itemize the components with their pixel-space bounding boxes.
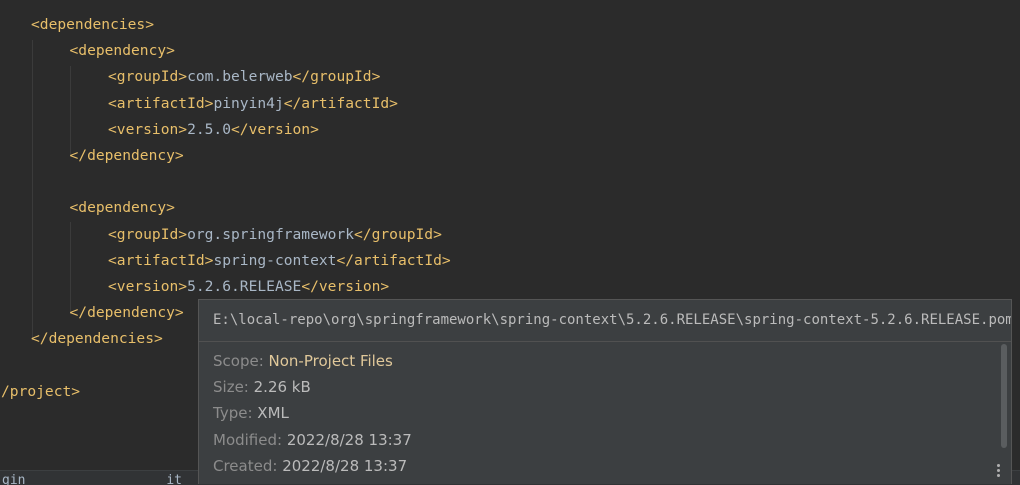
xml-tag: <version> [108,278,188,295]
code-line: </dependency> [70,300,184,326]
scope-label: Scope: [213,352,264,370]
xml-tag: </version> [301,278,390,295]
created-value: 2022/8/28 13:37 [282,457,408,475]
created-row: Created: 2022/8/28 13:37 [213,457,407,475]
divider [199,341,1011,342]
xml-tag: <dependency> [69,42,175,60]
xml-tag: <artifactId> [108,94,214,112]
xml-tag: </dependencies> [31,330,163,348]
code-line: <dependency> [70,195,175,221]
file-info-popup: E:\local-repo\org\springframework\spring… [198,299,1012,484]
vertical-ellipsis-icon[interactable] [997,464,1001,480]
type-value: XML [257,404,289,422]
size-row: Size: 2.26 kB [213,378,311,396]
xml-tag: <dependencies> [31,16,155,33]
xml-tag: <groupId> [108,225,188,243]
xml-text: 5.2.6.RELEASE [187,278,302,295]
scope-value: Non-Project Files [268,352,393,370]
code-line: <version>2.5.0</version> [108,117,319,143]
xml-tag: <artifactId> [108,251,214,269]
xml-tag: </groupId> [354,225,442,243]
xml-tag: </groupId> [292,68,381,86]
xml-tag: </version> [231,120,319,138]
xml-tag: <dependency> [69,199,175,217]
code-line: </dependency> [70,143,184,169]
code-line: <groupId>org.springframework</groupId> [108,222,442,248]
code-line: </dependencies> [31,326,163,352]
code-line: /project> [1,379,80,405]
size-value: 2.26 kB [253,378,311,396]
code-line: <version>5.2.6.RELEASE</version> [108,274,389,300]
type-row: Type: XML [213,404,289,422]
code-line: <dependencies> [31,12,154,38]
xml-text: 2.5.0 [187,120,232,138]
created-label: Created: [213,457,278,475]
indent-guide [32,40,33,340]
code-line: <artifactId>spring-context</artifactId> [108,248,451,274]
file-path: E:\local-repo\org\springframework\spring… [213,312,1012,328]
xml-tag: </artifactId> [283,94,398,112]
code-line: <groupId>com.belerweb</groupId> [108,64,380,90]
scope-row: Scope: Non-Project Files [213,352,393,370]
code-line: <artifactId>pinyin4j</artifactId> [108,91,398,117]
xml-text: spring-context [213,251,337,269]
xml-tag: <version> [108,120,188,138]
size-label: Size: [213,378,249,396]
code-line: <dependency> [70,38,175,64]
modified-label: Modified: [213,431,283,449]
xml-tag: </dependency> [69,304,184,322]
xml-tag: </dependency> [69,147,184,164]
popup-scrollbar[interactable] [1001,344,1007,448]
modified-row: Modified: 2022/8/28 13:37 [213,431,412,449]
xml-text: org.springframework [187,225,355,243]
bottom-strip-text: gin it in [2,473,229,485]
xml-tag: </artifactId> [336,251,451,269]
modified-value: 2022/8/28 13:37 [286,431,412,449]
xml-text: com.belerweb [187,68,293,86]
type-label: Type: [213,404,253,422]
xml-text: pinyin4j [213,94,284,112]
xml-tag: /project> [1,382,81,400]
xml-tag: <groupId> [108,68,188,86]
